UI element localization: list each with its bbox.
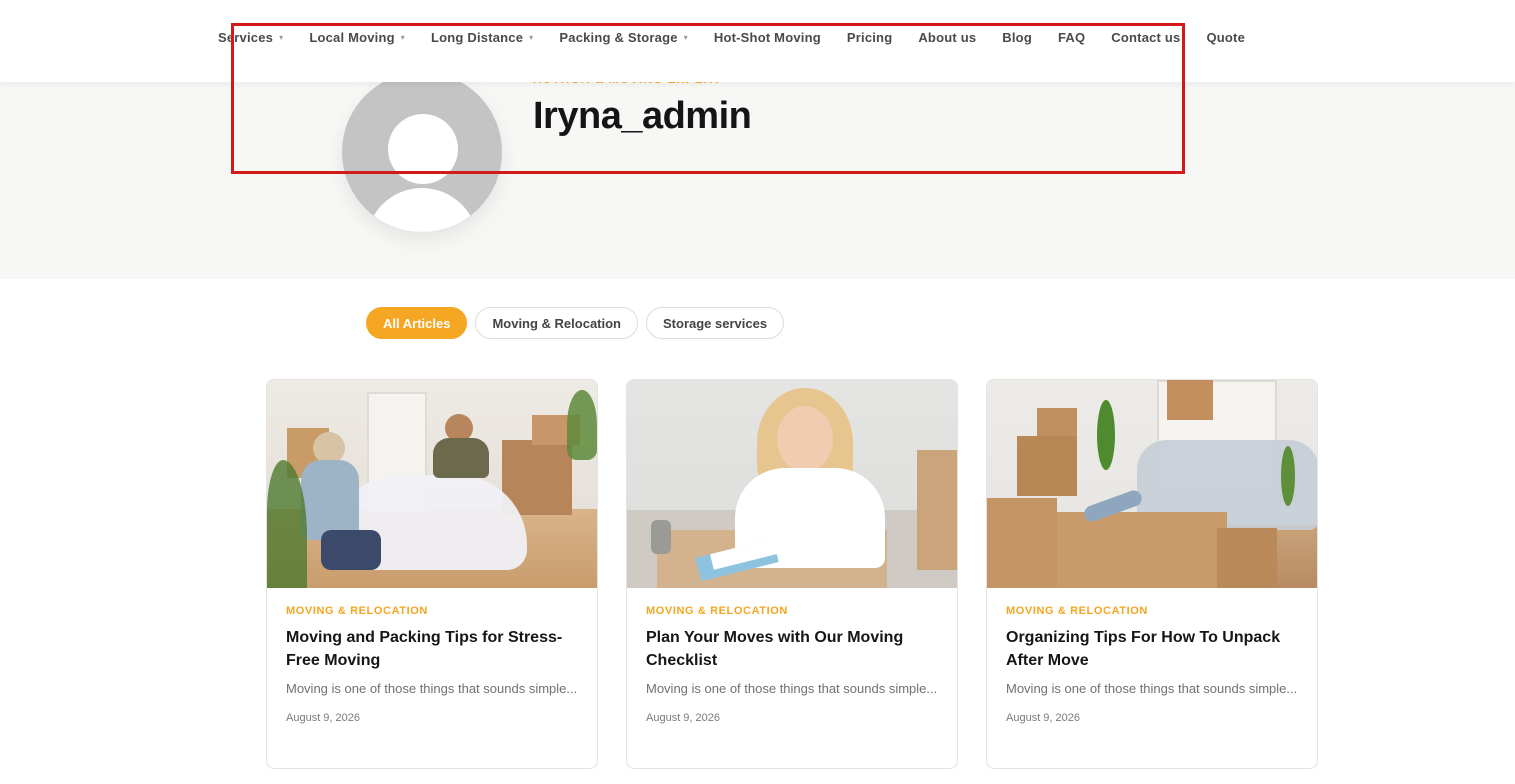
article-category[interactable]: MOVING & RELOCATION [286, 605, 578, 617]
nav-label: Pricing [846, 30, 893, 45]
article-title[interactable]: Organizing Tips For How To Unpack After … [1006, 626, 1298, 672]
nav-item-packing-storage[interactable]: Packing & Storage ▾ [559, 30, 688, 45]
avatar-body [366, 188, 478, 232]
article-excerpt: Moving is one of those things that sound… [646, 681, 938, 696]
author-name: Iryna_admin [533, 95, 752, 137]
filter-all-articles[interactable]: All Articles [366, 307, 468, 339]
nav-label: Long Distance [431, 30, 524, 45]
article-card[interactable]: MOVING & RELOCATION Organizing Tips For … [986, 379, 1318, 769]
nav-item-faq[interactable]: FAQ [1058, 30, 1085, 45]
article-category[interactable]: MOVING & RELOCATION [646, 605, 938, 617]
nav-item-blog[interactable]: Blog [1002, 30, 1032, 45]
nav-label: Local Moving [309, 30, 395, 45]
article-image[interactable] [627, 380, 957, 588]
nav-label: Contact us [1111, 30, 1181, 45]
avatar [342, 72, 502, 232]
avatar-head [388, 114, 458, 184]
article-title[interactable]: Moving and Packing Tips for Stress-Free … [286, 626, 578, 672]
article-body: MOVING & RELOCATION Moving and Packing T… [267, 588, 597, 724]
nav-label: Hot-Shot Moving [713, 30, 821, 45]
article-card[interactable]: MOVING & RELOCATION Plan Your Moves with… [626, 379, 958, 769]
nav-item-quote[interactable]: Quote [1206, 30, 1245, 45]
nav-label: Services [218, 30, 274, 45]
article-excerpt: Moving is one of those things that sound… [1006, 681, 1298, 696]
category-filters: All Articles Moving & Relocation Storage… [366, 307, 792, 339]
chevron-down-icon: ▾ [279, 32, 284, 42]
site-header: Services ▾ Local Moving ▾ Long Distance … [0, 0, 1515, 82]
article-body: MOVING & RELOCATION Organizing Tips For … [987, 588, 1317, 724]
main-nav: Services ▾ Local Moving ▾ Long Distance … [218, 30, 1271, 45]
article-image[interactable] [267, 380, 597, 588]
nav-item-local-moving[interactable]: Local Moving ▾ [309, 30, 405, 45]
filter-storage-services[interactable]: Storage services [646, 307, 785, 339]
article-date: August 9, 2026 [1006, 712, 1081, 724]
author-hero [0, 82, 1515, 279]
nav-label: FAQ [1057, 30, 1086, 45]
chevron-down-icon: ▾ [529, 32, 534, 42]
nav-label: About us [918, 30, 977, 45]
nav-item-services[interactable]: Services ▾ [218, 30, 283, 45]
article-title[interactable]: Plan Your Moves with Our Moving Checklis… [646, 626, 938, 672]
article-excerpt: Moving is one of those things that sound… [286, 681, 578, 696]
nav-item-contact-us[interactable]: Contact us [1111, 30, 1180, 45]
nav-label: Blog [1002, 30, 1032, 45]
nav-label: Quote [1206, 30, 1246, 45]
article-body: MOVING & RELOCATION Plan Your Moves with… [627, 588, 957, 724]
article-category[interactable]: MOVING & RELOCATION [1006, 605, 1298, 617]
nav-item-about-us[interactable]: About us [918, 30, 976, 45]
filter-moving-relocation[interactable]: Moving & Relocation [475, 307, 638, 339]
article-card[interactable]: MOVING & RELOCATION Moving and Packing T… [266, 379, 598, 769]
nav-item-pricing[interactable]: Pricing [847, 30, 892, 45]
article-image[interactable] [987, 380, 1317, 588]
chevron-down-icon: ▾ [400, 32, 405, 42]
article-date: August 9, 2026 [286, 712, 361, 724]
nav-label: Packing & Storage [559, 30, 678, 45]
article-date: August 9, 2026 [646, 712, 721, 724]
nav-item-hot-shot-moving[interactable]: Hot-Shot Moving [714, 30, 821, 45]
nav-item-long-distance[interactable]: Long Distance ▾ [431, 30, 533, 45]
chevron-down-icon: ▾ [683, 32, 688, 42]
